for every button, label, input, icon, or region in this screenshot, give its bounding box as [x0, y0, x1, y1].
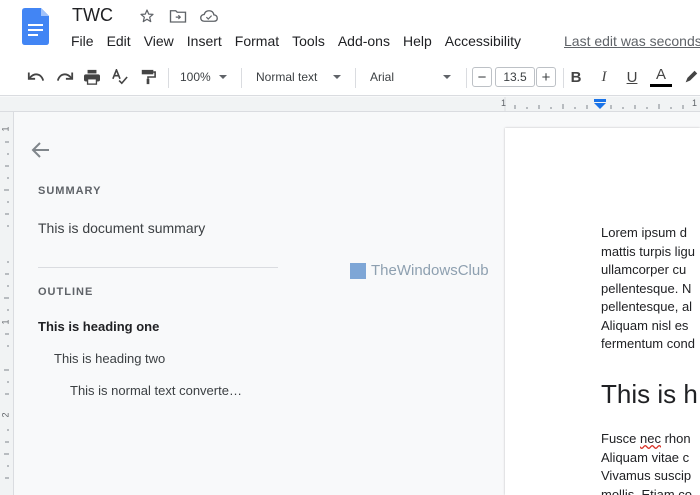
move-to-folder-icon[interactable]	[168, 7, 188, 25]
menu-bar: File Edit View Insert Format Tools Add-o…	[71, 33, 534, 49]
text-line: Aliquam nisl es	[601, 317, 689, 333]
redo-icon[interactable]	[53, 58, 77, 96]
menu-accessibility[interactable]: Accessibility	[445, 33, 521, 49]
ruler-mark: 2	[0, 412, 11, 418]
toolbar-divider	[241, 68, 242, 88]
zoom-dropdown[interactable]: 100%	[180, 58, 235, 96]
zoom-value: 100%	[180, 70, 211, 84]
ruler-mark: 1	[0, 126, 11, 132]
toolbar-divider	[168, 68, 169, 88]
text-line: Lorem ipsum d	[601, 225, 687, 240]
title-actions	[137, 7, 219, 25]
undo-icon[interactable]	[24, 58, 48, 96]
vertical-ruler: 1 1 2	[0, 112, 14, 495]
toolbar-divider	[355, 68, 356, 88]
outline-heading: OUTLINE	[38, 286, 94, 298]
underline-button[interactable]: U	[622, 58, 642, 96]
document-page[interactable]: Lorem ipsum d mattis turpis ligu ullamco…	[505, 128, 700, 495]
misspelled-word[interactable]: nec	[640, 431, 661, 446]
text-line: mollis. Etiam co	[601, 486, 693, 495]
body-paragraph-1[interactable]: Lorem ipsum d mattis turpis ligu ullamco…	[601, 224, 695, 354]
text-line: pellentesque, al	[601, 299, 693, 314]
summary-heading: SUMMARY	[38, 185, 102, 197]
menu-tools[interactable]: Tools	[292, 33, 325, 49]
font-size-input[interactable]: 13.5	[495, 67, 535, 87]
ruler-mark: 1	[692, 98, 698, 108]
horizontal-ruler: 1 1	[0, 97, 700, 112]
text-line: fermentum cond	[601, 336, 695, 351]
ruler-mark: 1	[501, 98, 507, 108]
chevron-down-icon	[333, 75, 342, 79]
ruler-mark: 1	[0, 319, 11, 325]
cloud-status-icon[interactable]	[199, 7, 219, 25]
star-icon[interactable]	[137, 7, 157, 25]
spellcheck-icon[interactable]	[108, 58, 132, 96]
text-color-button[interactable]: A	[650, 58, 672, 96]
style-dropdown[interactable]: Normal text	[256, 58, 348, 96]
menu-file[interactable]: File	[71, 33, 94, 49]
style-value: Normal text	[256, 70, 318, 84]
toolbar-divider	[466, 68, 467, 88]
text-run: rhon	[660, 431, 691, 446]
menu-format[interactable]: Format	[235, 33, 279, 49]
watermark-logo-icon	[350, 262, 366, 279]
text-line: pellentesque. N	[601, 280, 692, 296]
text-line: Vivamus suscip	[601, 468, 692, 483]
outline-item-normal-text[interactable]: This is normal text converte…	[70, 383, 242, 398]
outline-item-heading-one[interactable]: This is heading one	[38, 319, 159, 334]
document-heading-one[interactable]: This is h	[601, 379, 698, 410]
menu-view[interactable]: View	[144, 33, 174, 49]
watermark-text: TheWindowsClub	[371, 262, 489, 279]
paint-format-icon[interactable]	[136, 58, 160, 96]
chevron-down-icon	[218, 75, 227, 79]
decrease-font-size-button[interactable]: −	[472, 67, 492, 87]
summary-text[interactable]: This is document summary	[38, 220, 205, 236]
menu-insert[interactable]: Insert	[187, 33, 222, 49]
back-arrow-icon[interactable]	[31, 140, 51, 165]
body-paragraph-2[interactable]: Fusce nec rhon Aliquam vitae c Vivamus s…	[601, 430, 692, 495]
outline-item-heading-two[interactable]: This is heading two	[54, 351, 165, 366]
menu-add-ons[interactable]: Add-ons	[338, 33, 390, 49]
toolbar-divider	[563, 68, 564, 88]
font-dropdown[interactable]: Arial	[370, 58, 462, 96]
text-line: Aliquam vitae c	[601, 449, 690, 465]
highlight-pen-icon[interactable]	[683, 58, 700, 96]
increase-font-size-button[interactable]: +	[536, 67, 556, 87]
docs-logo-icon[interactable]	[22, 8, 49, 45]
italic-button[interactable]: I	[594, 58, 614, 96]
last-edit-link[interactable]: Last edit was seconds ago	[564, 33, 700, 49]
chevron-down-icon	[443, 75, 452, 79]
document-title[interactable]: TWC	[72, 5, 113, 26]
watermark: TheWindowsClub	[350, 262, 489, 279]
app-header: TWC File Edit View Insert Format Tools A…	[0, 0, 700, 58]
bold-button[interactable]: B	[566, 58, 586, 96]
menu-help[interactable]: Help	[403, 33, 432, 49]
panel-divider	[38, 267, 278, 268]
toolbar: 100% Normal text Arial − 13.5 + B I U A	[0, 58, 700, 96]
font-value: Arial	[370, 70, 395, 84]
text-line: Fusce nec rhon	[601, 430, 692, 449]
text-line: ullamcorper cu	[601, 262, 687, 277]
text-line: mattis turpis ligu	[601, 243, 695, 259]
print-icon[interactable]	[80, 58, 104, 96]
text-color-letter: A	[655, 66, 666, 83]
menu-edit[interactable]: Edit	[107, 33, 131, 49]
text-color-swatch	[650, 84, 672, 87]
text-run: Fusce	[601, 431, 641, 446]
document-outline-panel: SUMMARY This is document summary OUTLINE…	[15, 112, 495, 495]
